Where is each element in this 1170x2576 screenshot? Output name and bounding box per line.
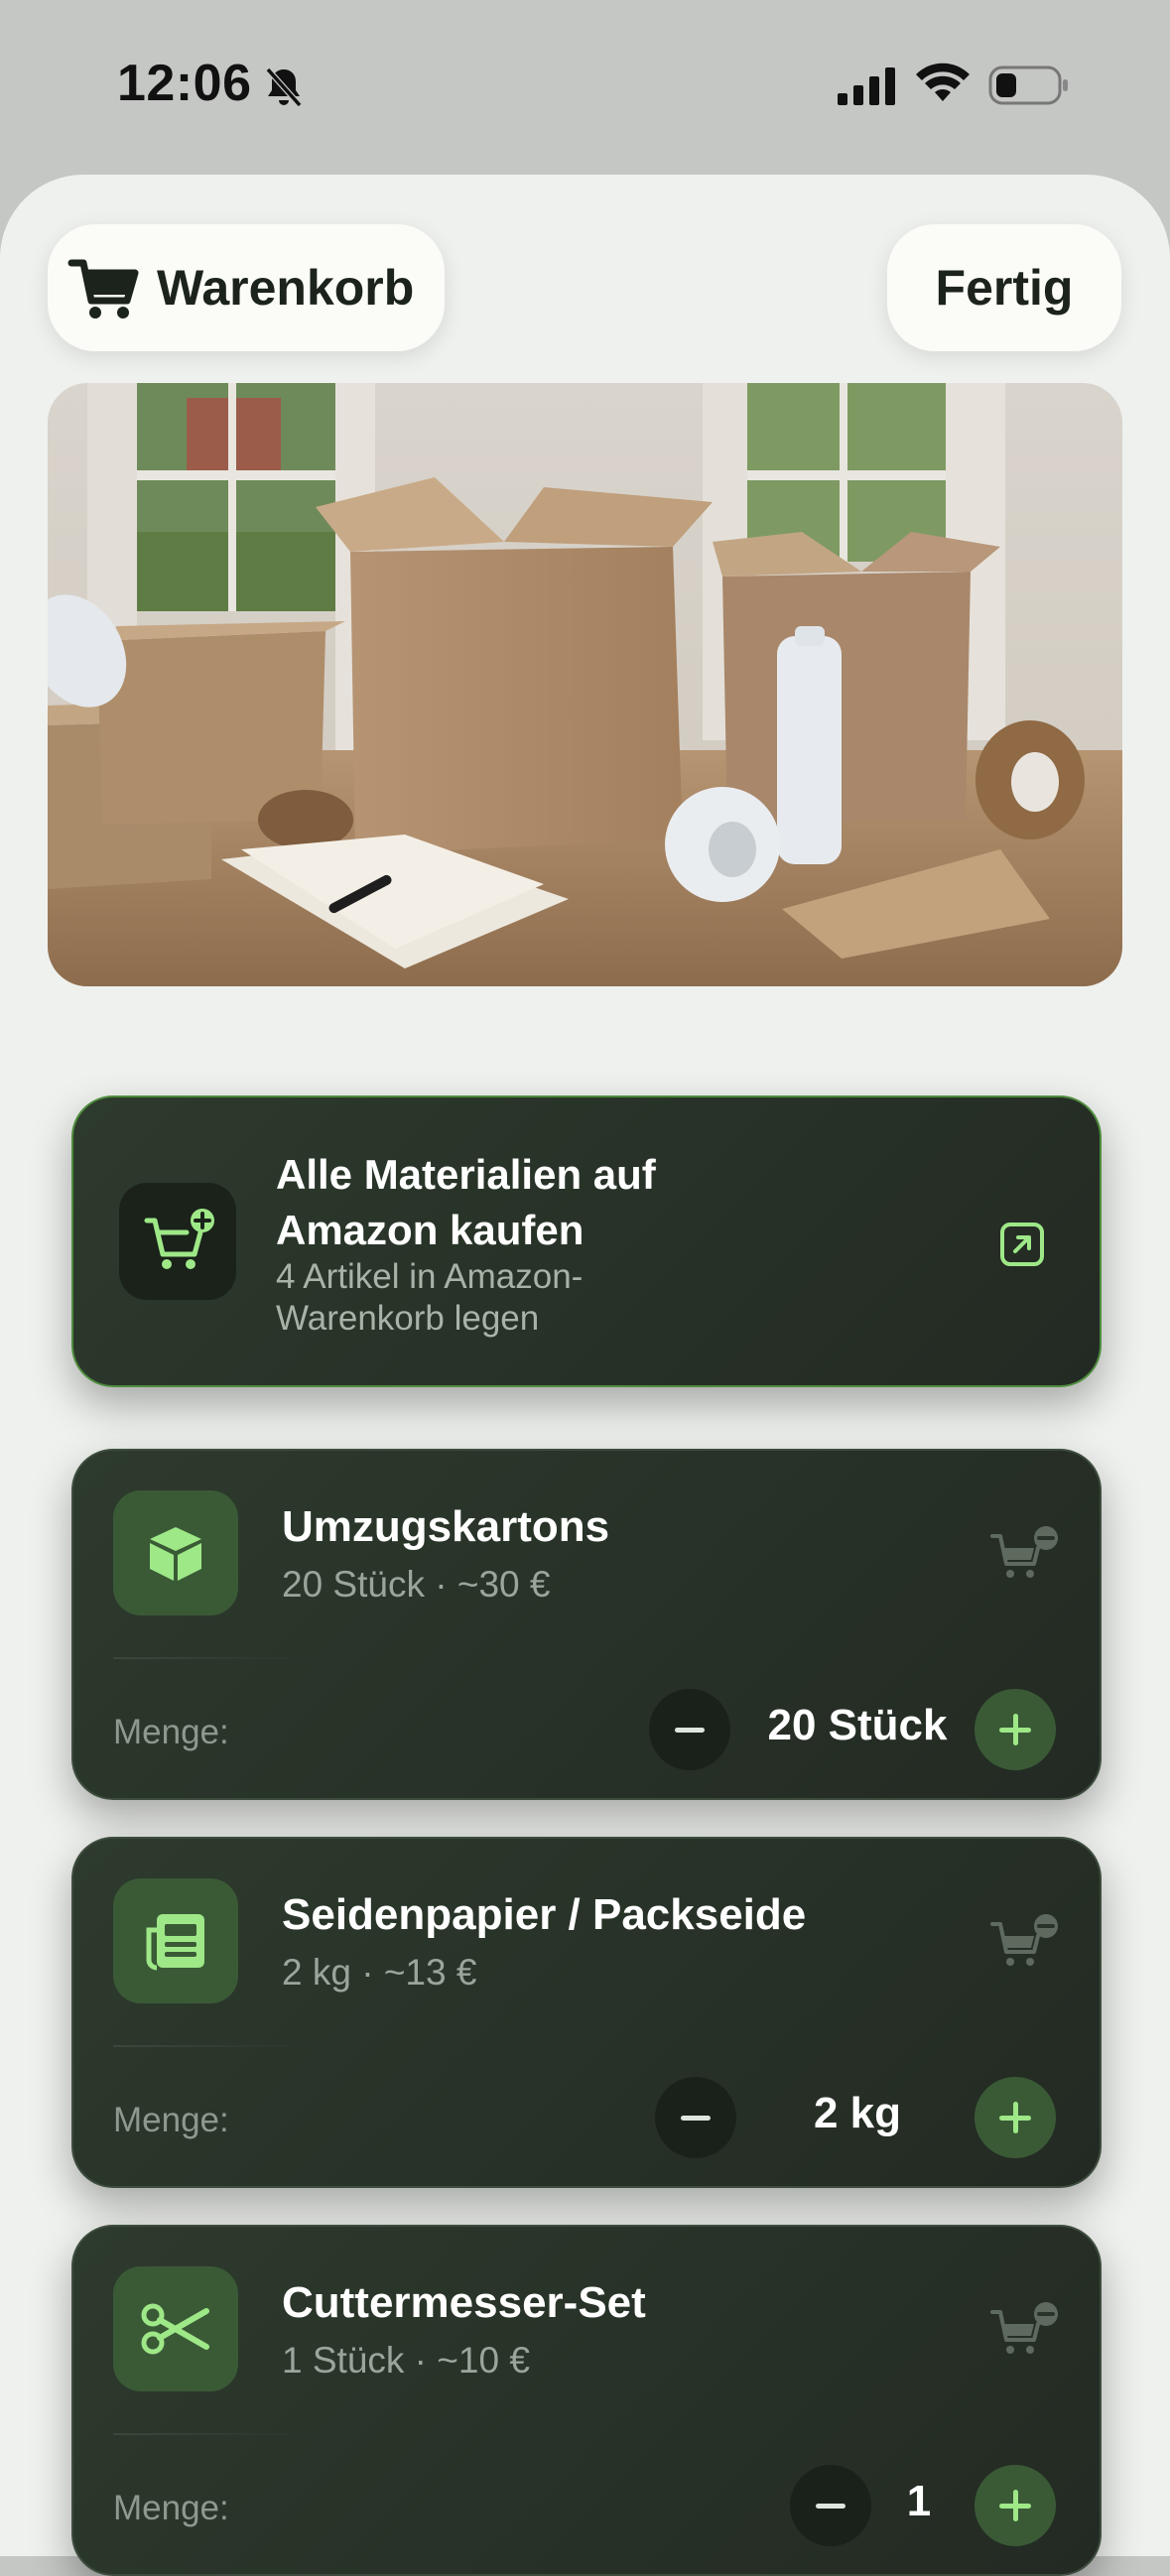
increase-quantity-button[interactable] — [975, 2077, 1056, 2158]
quantity-value: 1 — [906, 2477, 932, 2525]
status-time: 12:06 — [117, 55, 252, 112]
item-name: Seidenpapier / Packseide — [282, 1890, 807, 1939]
item-meta: 2 kg · ~13 € — [282, 1952, 477, 1993]
newspaper-icon — [146, 1914, 204, 1971]
amazon-card-subtitle: 4 Artikel in Amazon-Warenkorb legen — [276, 1257, 584, 1338]
item-divider — [113, 2045, 322, 2047]
plus-icon — [999, 1714, 1031, 1745]
item-icon-tile — [113, 2266, 238, 2391]
cart-remove-icon[interactable] — [988, 1524, 1064, 1584]
scissors-icon — [141, 2303, 209, 2355]
shopping-cart-icon — [67, 259, 139, 319]
done-button[interactable]: Fertig — [887, 224, 1121, 351]
item-name: Umzugskartons — [282, 1502, 610, 1551]
cart-title: Warenkorb — [157, 260, 415, 316]
plus-icon — [999, 2490, 1031, 2521]
box-icon — [150, 1527, 201, 1581]
cart-remove-icon[interactable] — [988, 2300, 1064, 2360]
done-button-label: Fertig — [935, 260, 1074, 316]
cart-title-pill: Warenkorb — [48, 224, 445, 351]
increase-quantity-button[interactable] — [975, 2465, 1056, 2546]
quantity-value: 2 kg — [813, 2089, 902, 2137]
decrease-quantity-button[interactable] — [790, 2465, 871, 2546]
cart-add-icon — [144, 1209, 214, 1269]
cart-remove-icon[interactable] — [988, 1912, 1064, 1972]
quantity-label: Menge: — [113, 2489, 229, 2527]
wifi-icon — [916, 63, 970, 101]
decrease-quantity-button[interactable] — [649, 1689, 730, 1770]
amazon-buy-all-card[interactable]: Alle Materialien auf Amazon kaufen 4 Art… — [71, 1095, 1102, 1387]
battery-icon — [988, 65, 1068, 105]
quantity-label: Menge: — [113, 1713, 229, 1751]
cart-item-card: Umzugskartons 20 Stück · ~30 € Menge: 20… — [71, 1449, 1102, 1800]
item-icon-tile — [113, 1490, 238, 1615]
item-meta: 20 Stück · ~30 € — [282, 1564, 551, 1605]
minus-icon — [675, 1727, 705, 1733]
amazon-icon-tile — [119, 1183, 236, 1300]
increase-quantity-button[interactable] — [975, 1689, 1056, 1770]
amazon-card-title: Alle Materialien auf Amazon kaufen — [276, 1151, 656, 1253]
cart-item-card: Cuttermesser-Set 1 Stück · ~10 € Menge: … — [71, 2225, 1102, 2576]
item-meta: 1 Stück · ~10 € — [282, 2340, 530, 2381]
moving-supplies-image — [48, 383, 1122, 986]
item-icon-tile — [113, 1878, 238, 2003]
item-divider — [113, 1657, 322, 1659]
external-link-icon[interactable] — [998, 1221, 1046, 1268]
decrease-quantity-button[interactable] — [655, 2077, 736, 2158]
item-divider — [113, 2433, 322, 2435]
plus-icon — [999, 2102, 1031, 2133]
quantity-label: Menge: — [113, 2101, 229, 2139]
cellular-signal-icon — [838, 67, 895, 105]
item-name: Cuttermesser-Set — [282, 2278, 646, 2327]
silent-bell-icon — [265, 67, 303, 107]
cart-item-card: Seidenpapier / Packseide 2 kg · ~13 € Me… — [71, 1837, 1102, 2188]
minus-icon — [816, 2503, 845, 2509]
minus-icon — [681, 2115, 711, 2121]
quantity-value: 20 Stück — [767, 1701, 948, 1749]
status-bar: 12:06 — [0, 0, 1170, 169]
